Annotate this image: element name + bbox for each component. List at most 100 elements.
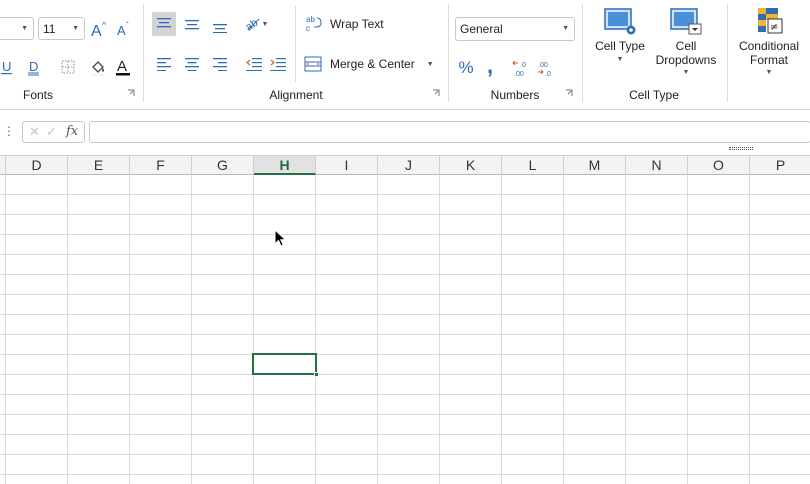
- numbers-dialog-launcher-icon[interactable]: [565, 89, 573, 97]
- column-header-f[interactable]: F: [130, 156, 192, 175]
- decrease-indent-button[interactable]: [244, 54, 264, 74]
- column-header-i[interactable]: I: [316, 156, 378, 175]
- formula-input[interactable]: [89, 121, 810, 143]
- increase-font-icon: A ^: [91, 20, 107, 38]
- decrease-decimal-button[interactable]: .00.0: [535, 58, 557, 78]
- align-bottom-button[interactable]: [208, 14, 232, 38]
- fx-icon[interactable]: fx: [66, 124, 78, 139]
- resize-grip[interactable]: [729, 147, 753, 150]
- borders-button[interactable]: [60, 59, 76, 75]
- percent-style-button[interactable]: %: [456, 57, 476, 79]
- orientation-button[interactable]: ab ▼: [240, 14, 272, 34]
- increase-decimal-icon: .0.00: [512, 60, 526, 77]
- borders-icon: [61, 60, 75, 74]
- grid-row-line: [0, 414, 810, 415]
- text-orientation-icon: ab: [244, 17, 260, 32]
- increase-indent-button[interactable]: [268, 54, 288, 74]
- fonts-group-label: Fonts: [22, 88, 53, 102]
- decrease-font-size-button[interactable]: Aˇ: [116, 20, 132, 38]
- column-header-g[interactable]: G: [192, 156, 254, 175]
- number-format-combo[interactable]: General ▼: [455, 17, 575, 41]
- align-center-icon: [185, 58, 199, 71]
- cell-dropdowns-label-line1: Cell: [675, 39, 697, 53]
- group-separator: [143, 4, 144, 102]
- grid-column-line: [5, 175, 6, 484]
- align-left-icon: [157, 58, 171, 71]
- grid-column-line: [687, 175, 688, 484]
- svg-text:.0: .0: [520, 62, 526, 69]
- chevron-down-icon: ▼: [682, 69, 690, 76]
- font-name-combo[interactable]: ▼: [0, 17, 34, 40]
- wrap-text-button[interactable]: ab c Wrap Text: [304, 12, 394, 36]
- column-header-d[interactable]: D: [6, 156, 68, 175]
- svg-text:U: U: [2, 59, 11, 74]
- cell-grid[interactable]: [0, 175, 810, 484]
- double-underline-icon: D: [28, 59, 39, 76]
- svg-text:.00: .00: [538, 62, 548, 69]
- number-format-value: General: [460, 22, 503, 36]
- align-center-button[interactable]: [182, 54, 202, 74]
- column-header-j[interactable]: J: [378, 156, 440, 175]
- grid-column-line: [625, 175, 626, 484]
- column-header-n[interactable]: N: [626, 156, 688, 175]
- font-size-combo[interactable]: 11 ▼: [38, 17, 85, 40]
- alignment-group-label: Alignment: [269, 88, 323, 102]
- wrap-text-icon: abc: [306, 15, 322, 33]
- cell-type-button[interactable]: Cell Type ▼: [590, 6, 650, 74]
- align-top-button[interactable]: [152, 12, 176, 36]
- double-underline-button[interactable]: D: [26, 58, 42, 76]
- formula-buttons: ✕ ✓ fx: [22, 121, 85, 143]
- increase-decimal-button[interactable]: .0.00: [510, 58, 532, 78]
- drag-handle-icon[interactable]: ⋮: [3, 124, 15, 138]
- chevron-down-icon: ▼: [616, 56, 624, 63]
- column-header-m[interactable]: M: [564, 156, 626, 175]
- underline-button[interactable]: U: [0, 58, 14, 76]
- alignment-dialog-launcher-icon[interactable]: [432, 89, 440, 97]
- column-header-k[interactable]: K: [440, 156, 502, 175]
- conditional-format-label-line1: Conditional: [738, 39, 800, 53]
- group-separator: [448, 4, 449, 102]
- grid-column-line: [439, 175, 440, 484]
- svg-text:.00: .00: [514, 71, 524, 77]
- font-color-button[interactable]: A: [115, 57, 131, 77]
- group-separator: [727, 4, 728, 102]
- column-header-p[interactable]: P: [750, 156, 810, 175]
- fill-color-button[interactable]: [89, 58, 107, 76]
- column-header-o[interactable]: O: [688, 156, 750, 175]
- grid-row-line: [0, 334, 810, 335]
- grid-row-line: [0, 394, 810, 395]
- fill-handle[interactable]: [314, 372, 319, 377]
- align-bottom-icon: [213, 24, 227, 33]
- column-header-l[interactable]: L: [502, 156, 564, 175]
- cell-dropdowns-button[interactable]: Cell Dropdowns ▼: [652, 6, 720, 86]
- comma-style-button[interactable]: ,: [482, 53, 498, 78]
- svg-text:ab: ab: [244, 17, 260, 32]
- fonts-dialog-launcher-icon[interactable]: [127, 89, 135, 97]
- grid-row-line: [0, 354, 810, 355]
- align-left-button[interactable]: [154, 54, 174, 74]
- cancel-icon[interactable]: ✕: [29, 124, 40, 140]
- grid-column-line: [501, 175, 502, 484]
- grid-row-line: [0, 454, 810, 455]
- grid-row-line: [0, 374, 810, 375]
- inner-separator: [295, 6, 296, 82]
- svg-text:ˇ: ˇ: [126, 21, 129, 30]
- svg-text:c: c: [306, 24, 310, 33]
- cell-dropdowns-label-line2: Dropdowns: [655, 53, 717, 67]
- confirm-icon[interactable]: ✓: [46, 124, 57, 140]
- underline-icon: U: [1, 59, 12, 75]
- column-header-e[interactable]: E: [68, 156, 130, 175]
- align-middle-icon: [185, 20, 199, 30]
- grid-column-line: [377, 175, 378, 484]
- align-right-button[interactable]: [210, 54, 230, 74]
- align-middle-button[interactable]: [180, 12, 204, 36]
- column-header-h[interactable]: H: [254, 156, 316, 175]
- increase-font-size-button[interactable]: A ^: [90, 20, 108, 38]
- merge-center-button[interactable]: Merge & Center ▼: [304, 52, 438, 76]
- percent-icon: %: [458, 58, 474, 77]
- align-right-icon: [213, 58, 227, 71]
- conditional-format-button[interactable]: ≠ Conditional Format ▼: [734, 6, 804, 86]
- active-cell[interactable]: [252, 353, 317, 375]
- chevron-down-icon: ▼: [426, 60, 434, 68]
- paint-bucket-icon: [91, 61, 105, 76]
